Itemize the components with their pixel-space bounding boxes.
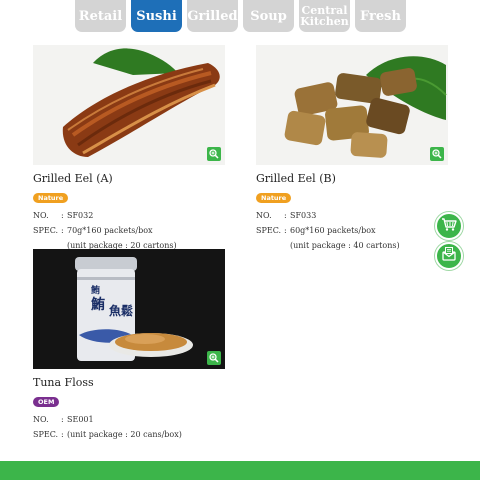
spec-extra: (unit package : 40 cartons) (290, 241, 400, 250)
spec-value: 60g*160 packets/box (290, 226, 376, 235)
product-badge: OEM (33, 397, 60, 407)
no-value: SF033 (290, 211, 317, 220)
no-value: SE001 (67, 415, 94, 424)
mail-button[interactable] (435, 242, 463, 270)
product-card-tuna-floss: 鲔 鮪 魚鬆 Tuna Floss OEM NO.: SE001 SPEC.: (u… (33, 249, 225, 442)
product-photo-tuna-floss[interactable]: 鲔 鮪 魚鬆 (33, 249, 225, 369)
tab-soup[interactable]: Soup (243, 0, 294, 32)
mail-icon (441, 246, 457, 266)
product-spec: NO.: SF033 SPEC.:60g*160 packets/box (uni… (256, 208, 448, 253)
spec-label: SPEC. (33, 430, 59, 439)
no-label: NO. (33, 415, 49, 424)
product-name[interactable]: Grilled Eel (B) (256, 172, 448, 185)
svg-text:鮪: 鮪 (91, 296, 105, 313)
product-spec: NO.: SF032 SPEC.:70g*160 packets/box (uni… (33, 208, 225, 253)
spec-label: SPEC. (256, 226, 282, 235)
tab-grilled[interactable]: Grilled (187, 0, 238, 32)
product-card-grilled-eel-a: Grilled Eel (A) Nature NO.: SF032 SPEC.:7… (33, 45, 225, 253)
no-value: SF032 (67, 211, 94, 220)
footer-bar (0, 461, 480, 480)
product-name[interactable]: Grilled Eel (A) (33, 172, 225, 185)
product-badge: Nature (256, 193, 292, 203)
tab-central-kitchen[interactable]: Central Kitchen (299, 0, 350, 32)
tab-retail[interactable]: Retail (75, 0, 126, 32)
spec-value: 70g*160 packets/box (67, 226, 153, 235)
spec-label: SPEC. (33, 226, 59, 235)
category-tabs: Retail Sushi Grilled Soup Central Kitche… (75, 0, 406, 32)
spec-value: (unit package : 20 cans/box) (67, 430, 182, 439)
product-spec: NO.: SE001 SPEC.: (unit package : 20 cans/… (33, 412, 225, 442)
svg-text:鲔: 鲔 (90, 284, 100, 296)
svg-text:魚鬆: 魚鬆 (109, 303, 133, 318)
product-photo-grilled-eel-a[interactable] (33, 45, 225, 165)
zoom-in-icon[interactable] (207, 147, 221, 161)
product-name[interactable]: Tuna Floss (33, 376, 225, 389)
product-badge: Nature (33, 193, 69, 203)
zoom-in-icon[interactable] (430, 147, 444, 161)
no-label: NO. (33, 211, 49, 220)
tab-fresh[interactable]: Fresh (355, 0, 406, 32)
product-card-grilled-eel-b: Grilled Eel (B) Nature NO.: SF033 SPEC.:6… (256, 45, 448, 253)
product-photo-grilled-eel-b[interactable] (256, 45, 448, 165)
zoom-in-icon[interactable] (207, 351, 221, 365)
cart-button[interactable] (435, 212, 463, 240)
tab-sushi[interactable]: Sushi (131, 0, 182, 32)
no-label: NO. (256, 211, 272, 220)
cart-icon (441, 216, 457, 236)
